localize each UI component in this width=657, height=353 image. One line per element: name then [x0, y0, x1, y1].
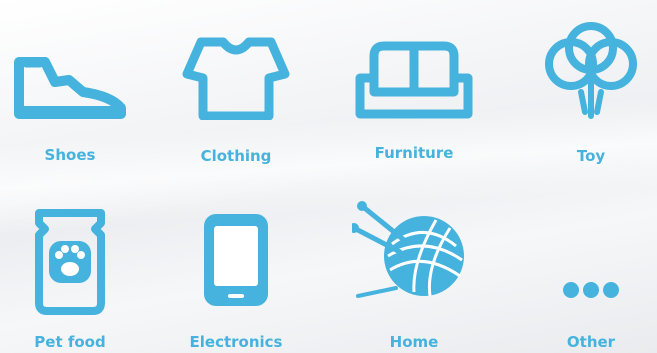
category-label: Home [389, 333, 439, 351]
balloons-icon [521, 0, 657, 120]
category-toy[interactable]: Toy [521, 0, 657, 175]
category-label: Pet food [34, 333, 106, 351]
category-label: Clothing [200, 147, 272, 165]
shoe-icon [0, 0, 140, 120]
pet-food-bag-icon [0, 180, 140, 315]
category-other[interactable]: Other [521, 180, 657, 353]
category-label: Other [566, 333, 616, 351]
category-grid: Shoes Clothing Furniture Toy Pet food El… [0, 0, 657, 353]
category-label: Furniture [374, 144, 454, 162]
category-furniture[interactable]: Furniture [344, 0, 484, 175]
category-shoes[interactable]: Shoes [0, 0, 140, 175]
category-clothing[interactable]: Clothing [166, 0, 306, 175]
tshirt-icon [166, 0, 306, 120]
yarn-ball-icon [344, 180, 484, 300]
more-dots-icon [521, 180, 657, 300]
category-label: Electronics [189, 333, 283, 351]
category-label: Shoes [44, 146, 96, 164]
sofa-icon [344, 0, 484, 120]
category-pet-food[interactable]: Pet food [0, 180, 140, 353]
category-electronics[interactable]: Electronics [166, 180, 306, 353]
category-home[interactable]: Home [344, 180, 484, 353]
category-label: Toy [576, 147, 606, 165]
smartphone-icon [166, 180, 306, 310]
